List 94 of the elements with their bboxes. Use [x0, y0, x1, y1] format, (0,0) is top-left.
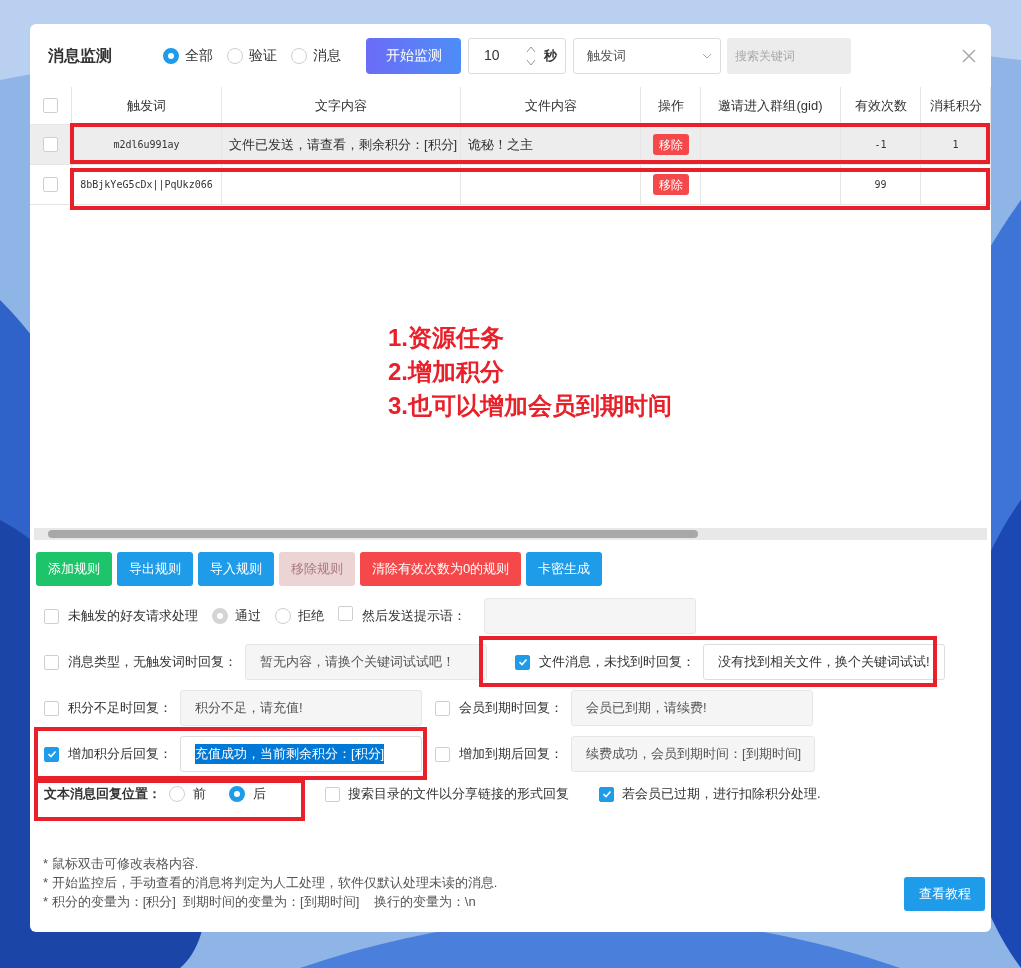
- checkbox[interactable]: [44, 608, 59, 624]
- column-header: 操作: [657, 96, 684, 115]
- radio-label: 验证: [249, 46, 277, 65]
- radio-label: 消息: [313, 46, 341, 65]
- action-button[interactable]: 导出规则: [117, 552, 193, 586]
- checkbox[interactable]: [515, 654, 530, 670]
- option-label: 增加积分后回复：: [68, 745, 172, 764]
- radio-button[interactable]: [163, 47, 179, 64]
- annotation-text: 1.资源任务: [388, 323, 505, 353]
- note-text: * 鼠标双击可修改表格内容.: [43, 855, 200, 873]
- search-field[interactable]: 搜索关键词: [727, 37, 851, 74]
- action-button[interactable]: 添加规则: [36, 552, 112, 586]
- close-icon[interactable]: [962, 48, 976, 63]
- radio-button[interactable]: [227, 47, 243, 64]
- unit-label: 秒: [544, 46, 557, 65]
- option-label: 会员到期时回复：: [459, 699, 563, 718]
- checkbox[interactable]: [435, 746, 450, 762]
- reply-field[interactable]: 没有找到相关文件，换个关键词试试!: [703, 644, 945, 680]
- dialog-title: 消息监测: [48, 45, 113, 66]
- checkbox[interactable]: [43, 177, 58, 192]
- field-value: 10: [484, 46, 501, 65]
- scrollbar[interactable]: [34, 528, 987, 540]
- option-label: 增加到期后回复：: [459, 745, 563, 764]
- annotation-text: 3.也可以增加会员到期时间: [388, 391, 672, 421]
- note-text: * 开始监控后，手动查看的消息将判定为人工处理，软件仅默认处理未读的消息.: [43, 874, 498, 892]
- reply-field[interactable]: 续费成功，会员到期时间：[到期时间]: [571, 736, 815, 772]
- option-label: 消息类型，无触发词时回复：: [68, 653, 237, 672]
- chevron-down-icon: [702, 52, 712, 59]
- radio-label: 通过: [235, 607, 261, 626]
- checkbox[interactable]: [43, 137, 58, 152]
- table-cell-text: 文件已发送，请查看，剩余积分：[积分]: [229, 135, 458, 154]
- field-value: 积分不足，请充值!: [195, 699, 303, 718]
- table-cell-text: 诡秘！之主: [468, 135, 533, 154]
- field-value: 充值成功，当前剩余积分：[积分]: [195, 744, 385, 764]
- radio-label: 前: [193, 785, 206, 804]
- checkbox[interactable]: [325, 786, 340, 802]
- column-header: 有效次数: [854, 96, 907, 115]
- action-button[interactable]: 清除有效次数为0的规则: [360, 552, 522, 586]
- interval-field[interactable]: 10 秒: [468, 37, 566, 74]
- radio-label: 后: [253, 785, 266, 804]
- field-value: 没有找到相关文件，换个关键词试试!: [718, 653, 930, 672]
- prompt-field[interactable]: [484, 598, 696, 634]
- table-cell-text: m2dl6u991ay: [113, 138, 180, 152]
- tutorial-button[interactable]: 查看教程: [904, 877, 985, 911]
- checkbox[interactable]: [599, 786, 614, 802]
- checkbox[interactable]: [44, 700, 59, 716]
- checkbox[interactable]: [43, 98, 58, 113]
- field-value: 续费成功，会员到期时间：[到期时间]: [586, 745, 802, 764]
- check-icon: [601, 789, 612, 799]
- option-label: 搜索目录的文件以分享链接的形式回复: [348, 785, 569, 804]
- table-cell-text: 99: [874, 178, 887, 192]
- annotation-text: 2.增加积分: [388, 357, 505, 387]
- table-cell-text: -1: [874, 138, 887, 152]
- column-header: 文字内容: [315, 96, 367, 115]
- radio-button[interactable]: [169, 786, 185, 802]
- column-header: 触发词: [127, 96, 166, 115]
- check-icon: [46, 749, 57, 759]
- reply-field[interactable]: 充值成功，当前剩余积分：[积分]: [180, 736, 422, 772]
- radio-button[interactable]: [229, 786, 245, 802]
- table-row[interactable]: 8bBjkYeG5cDx||PqUkz066 移除 99: [30, 165, 991, 205]
- radio-button[interactable]: [275, 608, 291, 624]
- field-select[interactable]: 触发词: [573, 37, 721, 74]
- checkbox[interactable]: [435, 700, 450, 716]
- start-button[interactable]: 开始监测: [366, 37, 461, 74]
- table-cell-text: 1: [952, 138, 959, 152]
- option-label: 然后发送提示语：: [362, 607, 466, 626]
- field-value: 会员已到期，请续费!: [586, 699, 707, 718]
- remove-button[interactable]: 移除: [652, 174, 689, 195]
- table-cell-text: 8bBjkYeG5cDx||PqUkz066: [80, 178, 213, 192]
- column-header: 文件内容: [524, 96, 577, 115]
- reply-field[interactable]: 暂无内容，请换个关键词试试吧！: [245, 644, 487, 680]
- action-button[interactable]: 卡密生成: [526, 552, 603, 586]
- checkbox[interactable]: [338, 606, 353, 621]
- note-text: * 积分的变量为：[积分] 到期时间的变量为：[到期时间] 换行的变量为：\n: [43, 893, 477, 911]
- radio-button[interactable]: [212, 608, 228, 624]
- action-button[interactable]: 导入规则: [198, 552, 274, 586]
- reply-field[interactable]: 会员已到期，请续费!: [571, 690, 813, 726]
- reply-field[interactable]: 积分不足，请充值!: [180, 690, 422, 726]
- radio-label: 拒绝: [298, 607, 324, 626]
- option-label: 未触发的好友请求处理: [68, 607, 198, 626]
- option-label: 若会员已过期，进行扣除积分处理.: [622, 785, 821, 804]
- option-label: 积分不足时回复：: [68, 699, 172, 718]
- radio-button[interactable]: [291, 47, 307, 64]
- radio-label: 全部: [185, 46, 213, 65]
- checkbox[interactable]: [44, 654, 59, 670]
- option-label: 文件消息，未找到时回复：: [539, 653, 695, 672]
- checkbox[interactable]: [44, 746, 59, 762]
- column-header: 消耗积分: [929, 96, 982, 115]
- remove-button[interactable]: 移除: [652, 134, 689, 155]
- column-header: 邀请进入群组(gid): [718, 96, 823, 115]
- option-label: 文本消息回复位置：: [44, 785, 162, 804]
- field-value: 暂无内容，请换个关键词试试吧！: [260, 653, 455, 672]
- select-value: 触发词: [587, 46, 627, 65]
- check-icon: [517, 657, 528, 667]
